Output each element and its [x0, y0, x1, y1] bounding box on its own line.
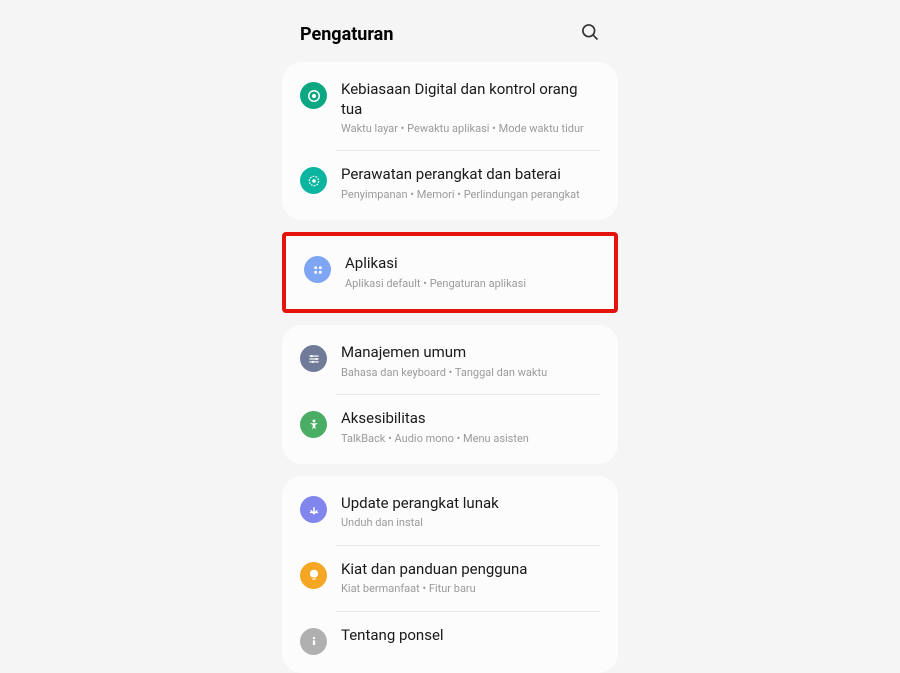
item-title: Kebiasaan Digital dan kontrol orang tua [341, 80, 600, 119]
settings-item-digital-wellbeing[interactable]: Kebiasaan Digital dan kontrol orang tua … [282, 66, 618, 150]
device-care-icon [300, 167, 327, 194]
settings-item-software-update[interactable]: Update perangkat lunak Unduh dan instal [282, 480, 618, 545]
item-content: Perawatan perangkat dan baterai Penyimpa… [341, 165, 600, 202]
accessibility-icon [300, 411, 327, 438]
item-subtitle: Penyimpanan • Memori • Perlindungan pera… [341, 187, 600, 202]
settings-item-tips[interactable]: Kiat dan panduan pengguna Kiat bermanfaa… [282, 546, 618, 611]
item-content: Kebiasaan Digital dan kontrol orang tua … [341, 80, 600, 136]
item-content: Update perangkat lunak Unduh dan instal [341, 494, 600, 531]
software-update-icon [300, 496, 327, 523]
settings-item-general-management[interactable]: Manajemen umum Bahasa dan keyboard • Tan… [282, 329, 618, 394]
item-content: Tentang ponsel [341, 626, 600, 648]
settings-group-2-highlighted: Aplikasi Aplikasi default • Pengaturan a… [282, 232, 618, 313]
item-subtitle: Aplikasi default • Pengaturan aplikasi [345, 276, 596, 291]
settings-group-4: Update perangkat lunak Unduh dan instal … [282, 476, 618, 673]
item-title: Aplikasi [345, 254, 596, 274]
item-title: Update perangkat lunak [341, 494, 600, 514]
settings-screen: Pengaturan Kebiasaan Digital dan kontrol… [282, 12, 618, 581]
item-title: Kiat dan panduan pengguna [341, 560, 600, 580]
settings-item-device-care[interactable]: Perawatan perangkat dan baterai Penyimpa… [282, 151, 618, 216]
item-subtitle: Waktu layar • Pewaktu aplikasi • Mode wa… [341, 121, 600, 136]
item-subtitle: TalkBack • Audio mono • Menu asisten [341, 431, 600, 446]
search-icon[interactable] [580, 22, 600, 46]
item-title: Tentang ponsel [341, 626, 600, 646]
item-content: Aplikasi Aplikasi default • Pengaturan a… [345, 254, 596, 291]
apps-icon [304, 256, 331, 283]
settings-group-1: Kebiasaan Digital dan kontrol orang tua … [282, 62, 618, 220]
item-title: Perawatan perangkat dan baterai [341, 165, 600, 185]
settings-item-apps[interactable]: Aplikasi Aplikasi default • Pengaturan a… [286, 240, 614, 305]
item-content: Aksesibilitas TalkBack • Audio mono • Me… [341, 409, 600, 446]
item-content: Kiat dan panduan pengguna Kiat bermanfaa… [341, 560, 600, 597]
item-subtitle: Kiat bermanfaat • Fitur baru [341, 581, 600, 596]
about-phone-icon [300, 628, 327, 655]
tips-icon [300, 562, 327, 589]
page-title: Pengaturan [300, 24, 393, 45]
general-management-icon [300, 345, 327, 372]
header: Pengaturan [282, 12, 618, 62]
settings-item-about-phone[interactable]: Tentang ponsel [282, 612, 618, 669]
item-subtitle: Unduh dan instal [341, 515, 600, 530]
item-subtitle: Bahasa dan keyboard • Tanggal dan waktu [341, 365, 600, 380]
item-title: Manajemen umum [341, 343, 600, 363]
settings-group-3: Manajemen umum Bahasa dan keyboard • Tan… [282, 325, 618, 464]
digital-wellbeing-icon [300, 82, 327, 109]
settings-item-accessibility[interactable]: Aksesibilitas TalkBack • Audio mono • Me… [282, 395, 618, 460]
item-title: Aksesibilitas [341, 409, 600, 429]
item-content: Manajemen umum Bahasa dan keyboard • Tan… [341, 343, 600, 380]
